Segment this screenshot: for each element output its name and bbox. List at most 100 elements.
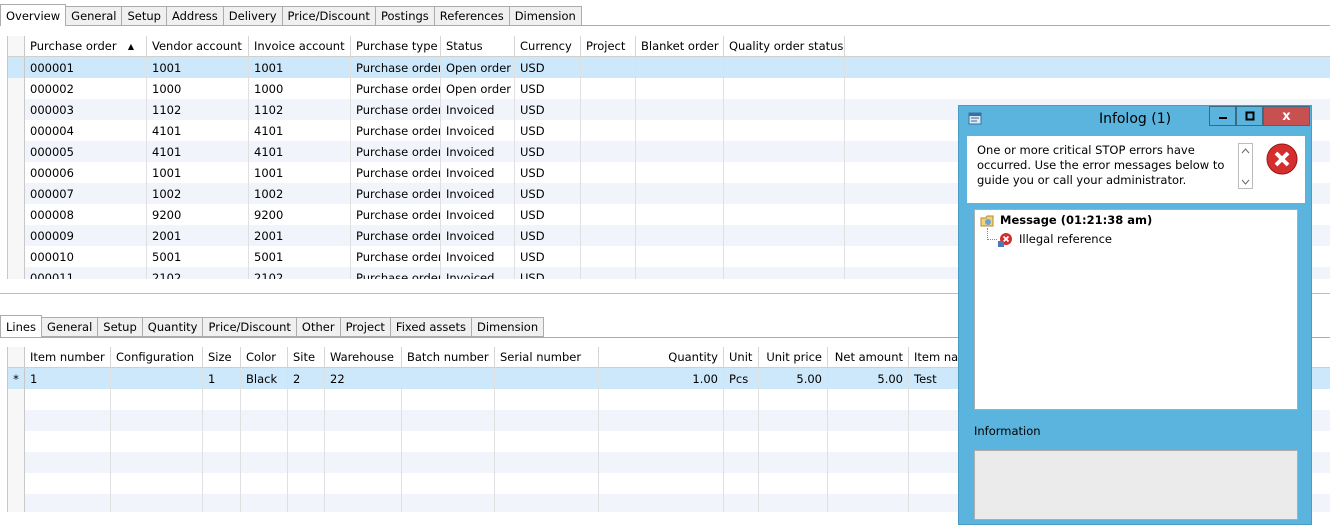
table-cell[interactable]: 000006 <box>25 162 147 183</box>
row-selector[interactable] <box>8 204 25 225</box>
table-cell[interactable]: Invoiced <box>441 267 515 279</box>
table-cell[interactable]: Purchase order <box>351 162 441 183</box>
table-cell[interactable]: USD <box>515 204 581 225</box>
table-cell[interactable] <box>581 141 636 162</box>
row-selector[interactable] <box>8 225 25 246</box>
table-cell[interactable] <box>636 162 724 183</box>
table-cell[interactable]: Purchase order <box>351 99 441 120</box>
table-cell[interactable]: 1001 <box>147 57 249 78</box>
table-cell[interactable] <box>636 99 724 120</box>
column-header[interactable]: Unit <box>724 347 759 367</box>
table-cell[interactable]: Invoiced <box>441 225 515 246</box>
table-cell[interactable]: 1002 <box>249 183 351 204</box>
table-cell[interactable]: 22 <box>325 368 402 389</box>
column-header[interactable]: Size <box>203 347 241 367</box>
column-header[interactable]: Vendor account <box>147 36 249 56</box>
table-cell[interactable]: 1.00 <box>599 368 724 389</box>
table-cell[interactable] <box>636 57 724 78</box>
table-cell[interactable]: Purchase order <box>351 204 441 225</box>
table-cell[interactable] <box>402 368 495 389</box>
table-cell[interactable]: 000008 <box>25 204 147 225</box>
table-cell[interactable]: Invoiced <box>441 204 515 225</box>
table-cell[interactable]: 1001 <box>249 162 351 183</box>
table-cell[interactable] <box>724 183 845 204</box>
table-cell[interactable]: 5.00 <box>828 368 909 389</box>
table-cell[interactable] <box>636 267 724 279</box>
close-button[interactable]: x <box>1263 106 1310 126</box>
table-cell[interactable] <box>724 246 845 267</box>
table-cell[interactable] <box>724 57 845 78</box>
table-cell[interactable]: Black <box>241 368 288 389</box>
table-cell[interactable] <box>636 120 724 141</box>
table-cell[interactable]: 000005 <box>25 141 147 162</box>
table-cell[interactable]: 1102 <box>249 99 351 120</box>
column-header[interactable]: Configuration <box>111 347 203 367</box>
table-cell[interactable] <box>581 183 636 204</box>
tab-dimension[interactable]: Dimension <box>509 6 582 26</box>
tab-general[interactable]: General <box>41 317 99 337</box>
tab-dimension[interactable]: Dimension <box>471 317 545 337</box>
table-cell[interactable]: USD <box>515 99 581 120</box>
table-cell[interactable] <box>636 183 724 204</box>
column-header[interactable]: Color <box>241 347 288 367</box>
row-selector[interactable] <box>8 267 25 279</box>
table-cell[interactable] <box>495 368 599 389</box>
tab-project[interactable]: Project <box>340 317 391 337</box>
table-cell[interactable] <box>724 78 845 99</box>
table-cell[interactable]: 2 <box>288 368 325 389</box>
table-cell[interactable]: USD <box>515 78 581 99</box>
table-row[interactable]: 000002 1000 1000 Purchase order Open order US… <box>8 78 1330 99</box>
column-header[interactable]: Serial number <box>495 347 599 367</box>
tab-other[interactable]: Other <box>296 317 341 337</box>
row-selector[interactable] <box>8 57 25 78</box>
table-cell[interactable]: USD <box>515 120 581 141</box>
table-cell[interactable]: 1001 <box>249 57 351 78</box>
table-cell[interactable]: USD <box>515 141 581 162</box>
table-cell[interactable] <box>724 162 845 183</box>
table-cell[interactable]: 2102 <box>147 267 249 279</box>
table-cell[interactable]: USD <box>515 225 581 246</box>
table-cell[interactable]: Purchase order <box>351 225 441 246</box>
table-cell[interactable]: USD <box>515 183 581 204</box>
column-header[interactable]: Unit price <box>759 347 828 367</box>
table-cell[interactable]: USD <box>515 162 581 183</box>
table-cell[interactable]: 1002 <box>147 183 249 204</box>
table-cell[interactable]: 1001 <box>147 162 249 183</box>
table-cell[interactable] <box>724 225 845 246</box>
table-cell[interactable]: 000003 <box>25 99 147 120</box>
table-cell[interactable] <box>636 225 724 246</box>
table-cell[interactable]: Open order <box>441 57 515 78</box>
table-cell[interactable]: Purchase order <box>351 267 441 279</box>
tab-general[interactable]: General <box>66 6 123 26</box>
table-cell[interactable]: 4101 <box>147 120 249 141</box>
maximize-button[interactable] <box>1236 106 1263 126</box>
column-header[interactable]: Item number <box>25 347 111 367</box>
table-cell[interactable] <box>581 204 636 225</box>
minimize-button[interactable] <box>1209 106 1236 126</box>
column-header[interactable]: Quality order status <box>724 36 845 56</box>
column-header[interactable]: Purchase order ▲ <box>25 36 147 56</box>
row-selector[interactable] <box>8 99 25 120</box>
table-cell[interactable]: Purchase order <box>351 183 441 204</box>
table-cell[interactable]: Purchase order <box>351 78 441 99</box>
table-cell[interactable]: 1 <box>203 368 241 389</box>
row-selector[interactable] <box>8 120 25 141</box>
tree-root-message[interactable]: Message (01:21:38 am) <box>1000 213 1152 227</box>
tab-postings[interactable]: Postings <box>375 6 435 26</box>
table-cell[interactable] <box>636 141 724 162</box>
table-cell[interactable]: 000002 <box>25 78 147 99</box>
table-cell[interactable]: 5.00 <box>759 368 828 389</box>
column-header[interactable]: Quantity <box>599 347 724 367</box>
table-cell[interactable]: 5001 <box>147 246 249 267</box>
table-cell[interactable]: 000004 <box>25 120 147 141</box>
table-cell[interactable]: 2001 <box>147 225 249 246</box>
table-cell[interactable]: 000001 <box>25 57 147 78</box>
table-cell[interactable]: 9200 <box>249 204 351 225</box>
new-row-marker[interactable]: * <box>8 368 25 389</box>
column-header[interactable]: Currency <box>515 36 581 56</box>
column-header[interactable]: Net amount <box>828 347 909 367</box>
table-cell[interactable]: 000010 <box>25 246 147 267</box>
table-cell[interactable] <box>636 204 724 225</box>
table-cell[interactable]: 1 <box>25 368 111 389</box>
table-cell[interactable]: USD <box>515 267 581 279</box>
